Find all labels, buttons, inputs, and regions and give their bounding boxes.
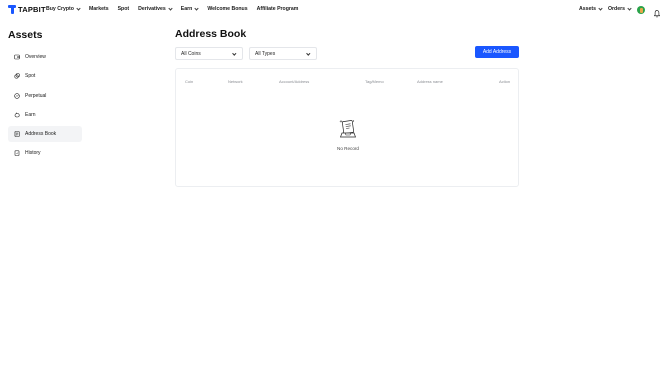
chevron-down-icon — [194, 5, 199, 11]
perpetual-icon — [14, 92, 20, 99]
sidebar-item-label: Earn — [25, 111, 36, 118]
tapbit-logo[interactable]: TAPBIT — [8, 5, 46, 14]
column-header-network: Network — [228, 79, 243, 84]
sidebar-item-label: Overview — [25, 54, 46, 60]
nav-markets[interactable]: Markets — [89, 6, 109, 12]
column-header-coin: Coin — [185, 79, 194, 84]
nav-spot[interactable]: Spot — [118, 6, 130, 12]
chevron-down-icon — [306, 51, 311, 56]
nav-earn-label: Earn — [180, 6, 193, 12]
nav-markets-label: Markets — [88, 6, 109, 12]
bell-icon[interactable] — [653, 5, 660, 18]
add-address-button[interactable]: Add Address — [475, 46, 519, 58]
sidebar-item-label: History — [25, 150, 41, 157]
nav-welcome-bonus[interactable]: Welcome Bonus — [207, 6, 247, 12]
sidebar-item-label: Perpetual — [25, 92, 47, 99]
column-header-tag-memo: Tag/Memo — [365, 79, 384, 84]
sidebar-item-history[interactable]: History — [8, 145, 82, 161]
sidebar-item-perpetual[interactable]: Perpetual — [8, 88, 82, 104]
main-menu: Buy Crypto Markets Spot Derivatives Earn… — [46, 5, 307, 12]
column-header-address-name: Address name — [417, 79, 443, 84]
nav-buy-crypto-label: Buy Crypto — [46, 6, 74, 12]
chevron-down-icon — [232, 51, 237, 56]
user-avatar-icon[interactable] — [637, 6, 645, 14]
chevron-down-icon — [76, 5, 81, 11]
address-table: Coin Network Account/Address Tag/Memo Ad… — [175, 68, 519, 187]
nav-buy-crypto[interactable]: Buy Crypto — [46, 5, 81, 12]
nav-earn[interactable]: Earn — [180, 5, 199, 12]
sidebar-title: Assets — [8, 29, 43, 41]
no-record-illustration-icon — [338, 118, 358, 139]
type-filter-value: All Types — [255, 50, 276, 57]
sidebar-item-earn[interactable]: Earn — [8, 107, 82, 123]
logo-text: TAPBIT — [18, 5, 46, 14]
nav-derivatives-label: Derivatives — [138, 6, 166, 12]
sidebar-item-spot[interactable]: Spot — [8, 68, 82, 84]
nav-assets-label: Assets — [579, 6, 597, 12]
column-header-account-address: Account/Address — [279, 79, 310, 84]
nav-affiliate-program-label: Affiliate Program — [256, 6, 299, 12]
coin-filter-value: All Coins — [181, 50, 201, 57]
sidebar-item-address-book[interactable]: Address Book — [8, 126, 82, 143]
coin-filter-select[interactable]: All Coins — [175, 47, 243, 60]
top-navigation-bar: TAPBIT Buy Crypto Markets Spot Derivativ… — [0, 0, 660, 20]
nav-affiliate-program[interactable]: Affiliate Program — [257, 6, 299, 12]
nav-orders-label: Orders — [608, 6, 626, 12]
empty-state-text: No Record — [337, 146, 359, 151]
sidebar-menu: Overview Spot Perpetual Earn Address Boo… — [8, 49, 82, 165]
history-icon — [14, 150, 20, 157]
wallet-icon — [14, 54, 20, 60]
nav-orders-menu[interactable]: Orders — [608, 5, 632, 12]
column-header-action: Action — [499, 79, 511, 84]
chevron-down-icon — [168, 5, 173, 11]
nav-spot-label: Spot — [117, 6, 130, 12]
address-book-icon — [14, 131, 20, 137]
logo-mark-icon — [8, 5, 16, 14]
type-filter-select[interactable]: All Types — [249, 47, 317, 60]
chevron-down-icon — [627, 5, 632, 11]
nav-assets-menu[interactable]: Assets — [579, 5, 603, 12]
nav-derivatives[interactable]: Derivatives — [138, 5, 173, 12]
chevron-down-icon — [598, 5, 603, 11]
sidebar-item-label: Address Book — [25, 131, 57, 138]
nav-welcome-bonus-label: Welcome Bonus — [207, 6, 248, 12]
sidebar-item-label: Spot — [25, 73, 36, 80]
piggy-bank-icon — [14, 112, 20, 118]
sidebar-item-overview[interactable]: Overview — [8, 49, 82, 65]
coins-icon — [14, 73, 20, 79]
page-title: Address Book — [175, 28, 247, 40]
